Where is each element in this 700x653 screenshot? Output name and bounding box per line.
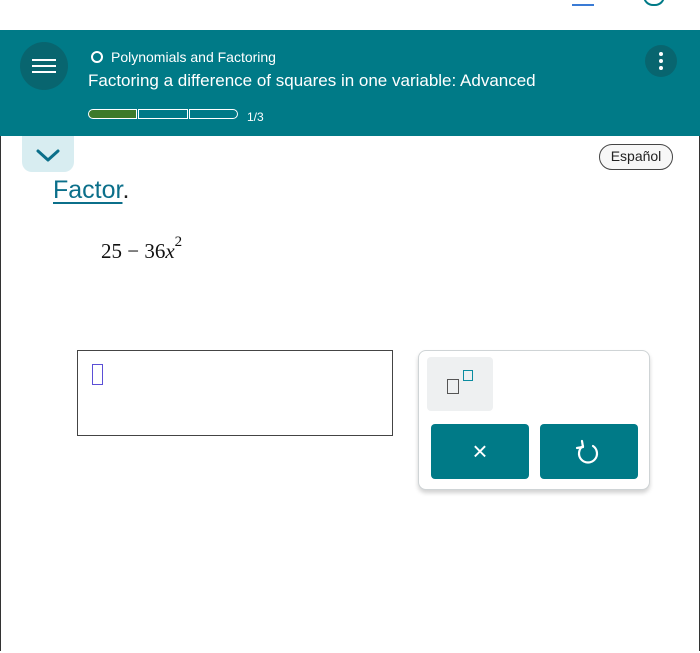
menu-button[interactable] <box>20 42 68 90</box>
language-button[interactable]: Español <box>599 144 673 170</box>
math-expression: 25 − 36x2 <box>101 234 182 264</box>
progress-segment <box>138 109 188 119</box>
expression-exponent: 2 <box>174 234 183 250</box>
undo-icon <box>575 439 599 464</box>
ellipsis-dot <box>659 66 663 70</box>
collapse-toggle[interactable] <box>22 136 74 172</box>
topic-circle-icon <box>91 51 103 63</box>
progress-bar <box>88 109 238 121</box>
hamburger-line <box>32 71 56 73</box>
factor-link[interactable]: Factor <box>53 176 122 204</box>
hamburger-line <box>32 65 56 67</box>
expression-variable: x <box>165 239 175 263</box>
progress-segment <box>189 109 238 119</box>
top-strip <box>0 0 700 30</box>
prompt-period: . <box>122 176 130 204</box>
superscript-template-icon <box>447 379 459 394</box>
chevron-down-icon <box>36 149 60 162</box>
question-prompt: Factor. <box>53 176 129 205</box>
minimize-line-icon <box>572 4 594 6</box>
superscript-box-icon <box>463 370 473 381</box>
input-cursor-placeholder[interactable] <box>92 364 103 385</box>
clear-icon: × <box>472 436 488 466</box>
lesson-title: Factoring a difference of squares in one… <box>88 71 536 90</box>
answer-input[interactable] <box>77 350 393 436</box>
circle-edge-icon <box>643 0 665 6</box>
clear-button[interactable]: × <box>431 424 529 479</box>
progress-segment-filled <box>88 109 137 119</box>
topic-title: Polynomials and Factoring <box>111 49 276 65</box>
hamburger-menu-icon <box>32 59 56 61</box>
exponent-button[interactable] <box>427 357 493 411</box>
progress-label: 1/3 <box>247 110 264 124</box>
ellipsis-dot <box>659 59 663 63</box>
undo-button[interactable] <box>540 424 638 479</box>
vertical-ellipsis-icon <box>659 52 663 56</box>
header-bar: Polynomials and Factoring Factoring a di… <box>0 30 700 136</box>
expression-terms: 25 − 36 <box>101 239 166 263</box>
more-options-button[interactable] <box>645 45 677 77</box>
